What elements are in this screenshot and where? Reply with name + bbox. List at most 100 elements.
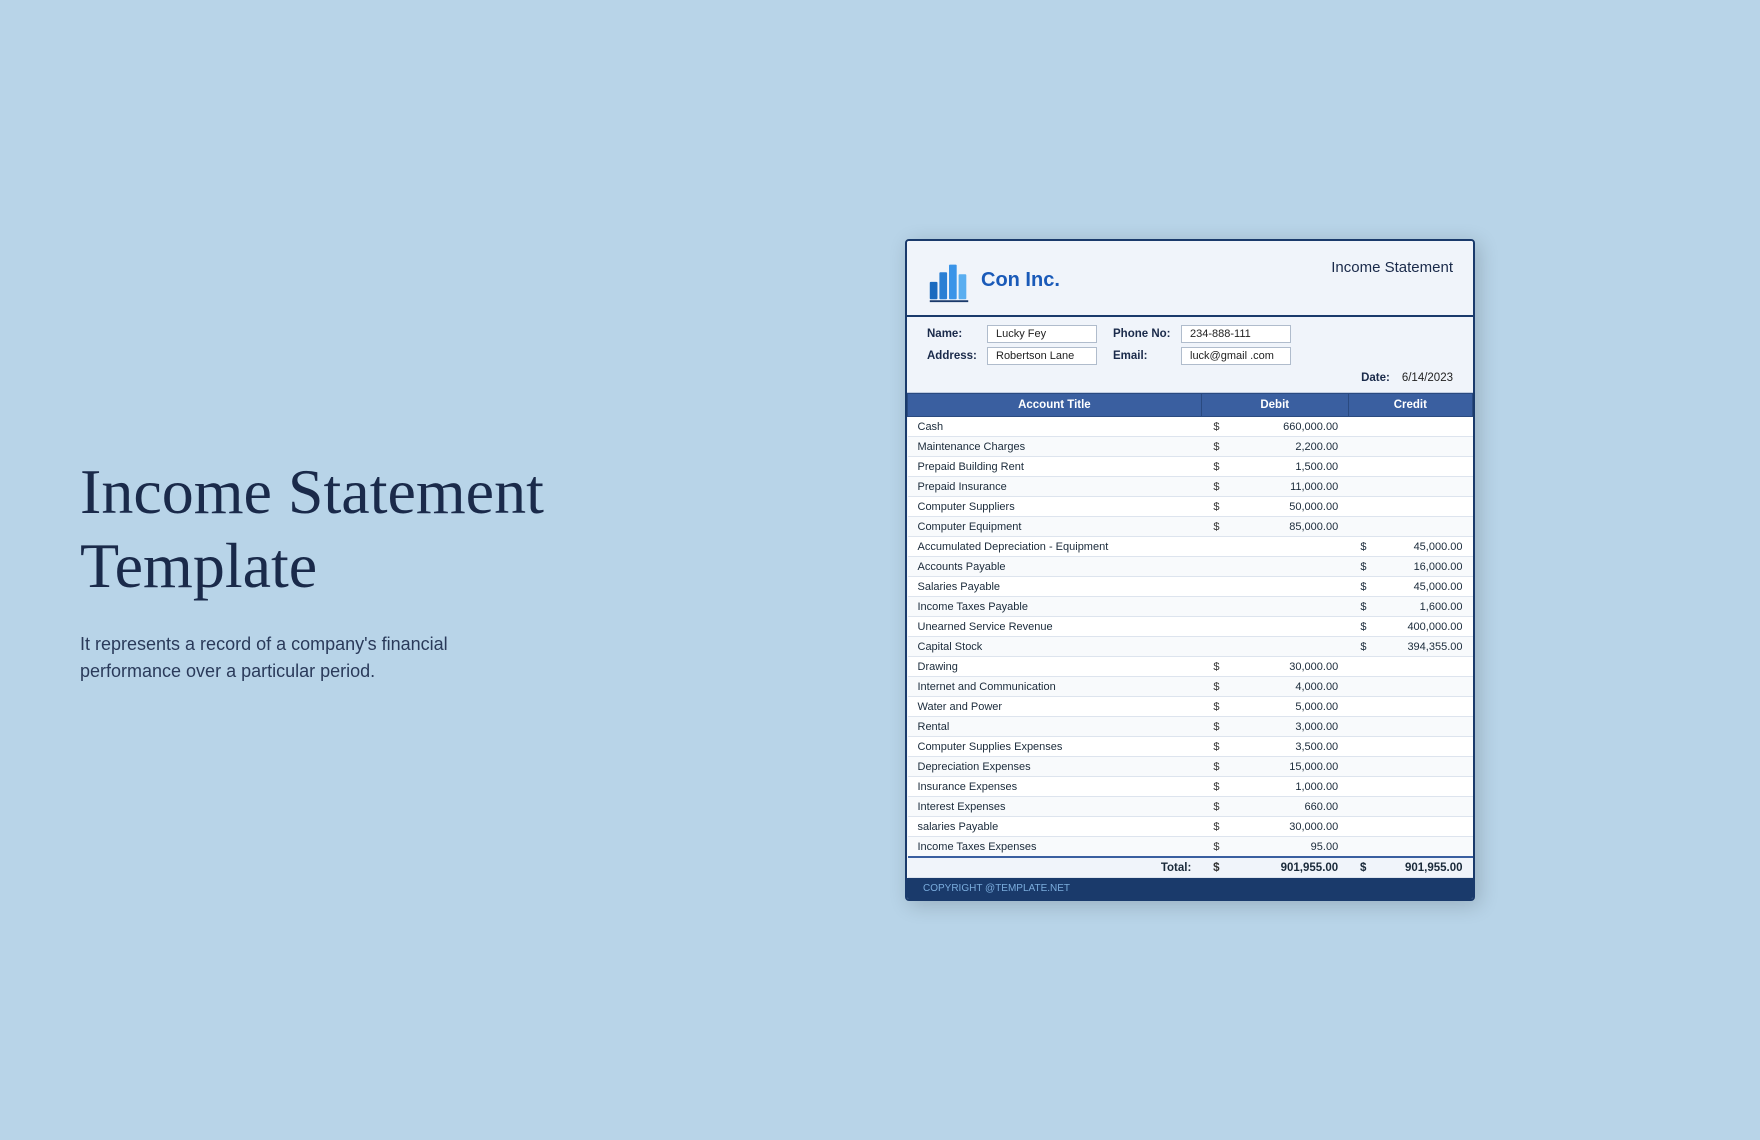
debit-cell: 1,000.00 [1230,777,1349,797]
info-section: Name: Lucky Fey Phone No: 234-888-111 Ad… [907,317,1473,393]
email-label: Email: [1113,350,1181,362]
debit-cell: 3,000.00 [1230,717,1349,737]
email-value: luck@gmail .com [1181,347,1291,365]
table-row: Income Taxes Payable $ 1,600.00 [908,597,1473,617]
debit-dollar-cell: $ [1201,837,1229,858]
debit-dollar-cell: $ [1201,657,1229,677]
table-row: Prepaid Building Rent $ 1,500.00 [908,457,1473,477]
footer-bar: COPYRIGHT @TEMPLATE.NET [907,878,1473,899]
table-row: Accounts Payable $ 16,000.00 [908,557,1473,577]
table-header-row: Account Title Debit Credit [908,394,1473,417]
table-row: Internet and Communication $ 4,000.00 [908,677,1473,697]
debit-dollar-cell: $ [1201,517,1229,537]
account-cell: salaries Payable [908,817,1202,837]
account-cell: Salaries Payable [908,577,1202,597]
debit-cell [1230,537,1349,557]
table-row: Insurance Expenses $ 1,000.00 [908,777,1473,797]
table-row: Computer Equipment $ 85,000.00 [908,517,1473,537]
debit-cell: 85,000.00 [1230,517,1349,537]
phone-value: 234-888-111 [1181,325,1291,343]
table-row: Rental $ 3,000.00 [908,717,1473,737]
credit-dollar-cell [1348,797,1376,817]
debit-cell: 30,000.00 [1230,657,1349,677]
debit-cell [1230,557,1349,577]
credit-dollar-cell [1348,657,1376,677]
address-row: Address: Robertson Lane Email: luck@gmai… [927,347,1453,365]
debit-cell: 4,000.00 [1230,677,1349,697]
name-value: Lucky Fey [987,325,1097,343]
debit-cell: 11,000.00 [1230,477,1349,497]
debit-dollar-cell [1201,557,1229,577]
account-cell: Computer Supplies Expenses [908,737,1202,757]
copyright-text: COPYRIGHT @TEMPLATE.NET [923,883,1070,894]
credit-dollar-cell: $ [1348,577,1376,597]
credit-cell: 45,000.00 [1376,537,1472,557]
table-row: Capital Stock $ 394,355.00 [908,637,1473,657]
total-label-cell: Total: [908,857,1202,878]
table-row: salaries Payable $ 30,000.00 [908,817,1473,837]
credit-dollar-cell [1348,777,1376,797]
debit-dollar-cell: $ [1201,757,1229,777]
credit-cell: 1,600.00 [1376,597,1472,617]
credit-cell: 400,000.00 [1376,617,1472,637]
debit-cell: 1,500.00 [1230,457,1349,477]
account-cell: Accumulated Depreciation - Equipment [908,537,1202,557]
debit-dollar-cell: $ [1201,437,1229,457]
credit-dollar-cell: $ [1348,617,1376,637]
credit-cell [1376,717,1472,737]
phone-label: Phone No: [1113,328,1181,340]
income-table: Account Title Debit Credit Cash $ 660,00… [907,393,1473,878]
table-row: Computer Supplies Expenses $ 3,500.00 [908,737,1473,757]
credit-cell [1376,697,1472,717]
table-row: Computer Suppliers $ 50,000.00 [908,497,1473,517]
credit-cell: 45,000.00 [1376,577,1472,597]
account-cell: Depreciation Expenses [908,757,1202,777]
debit-dollar-cell: $ [1201,797,1229,817]
credit-cell [1376,437,1472,457]
credit-dollar-cell [1348,717,1376,737]
credit-dollar-cell [1348,437,1376,457]
page-title: Income Statement Template [80,455,560,602]
page-description: It represents a record of a company's fi… [80,631,540,685]
account-cell: Cash [908,417,1202,437]
account-cell: Prepaid Building Rent [908,457,1202,477]
table-row: Salaries Payable $ 45,000.00 [908,577,1473,597]
debit-dollar-cell: $ [1201,777,1229,797]
total-debit: 901,955.00 [1230,857,1349,878]
total-credit: 901,955.00 [1376,857,1472,878]
credit-cell [1376,797,1472,817]
debit-cell: 50,000.00 [1230,497,1349,517]
debit-cell: 660,000.00 [1230,417,1349,437]
credit-cell [1376,477,1472,497]
credit-dollar-cell: $ [1348,557,1376,577]
debit-cell: 30,000.00 [1230,817,1349,837]
logo-area: Con Inc. [927,255,1060,305]
credit-cell [1376,417,1472,437]
debit-dollar-cell: $ [1201,817,1229,837]
total-row: Total: $ 901,955.00 $ 901,955.00 [908,857,1473,878]
debit-cell [1230,577,1349,597]
debit-cell [1230,597,1349,617]
debit-cell: 95.00 [1230,837,1349,858]
credit-dollar-cell [1348,757,1376,777]
table-row: Drawing $ 30,000.00 [908,657,1473,677]
document-title: Income Statement [1331,255,1453,276]
name-label: Name: [927,328,987,340]
total-debit-dollar: $ [1201,857,1229,878]
date-row: Date: 6/14/2023 [927,369,1453,386]
credit-dollar-cell [1348,517,1376,537]
account-cell: Computer Equipment [908,517,1202,537]
credit-cell: 16,000.00 [1376,557,1472,577]
right-panel: Con Inc. Income Statement Name: Lucky Fe… [620,219,1760,921]
account-cell: Computer Suppliers [908,497,1202,517]
date-value: 6/14/2023 [1402,372,1453,384]
account-cell: Drawing [908,657,1202,677]
credit-cell [1376,837,1472,858]
account-cell: Unearned Service Revenue [908,617,1202,637]
credit-dollar-cell: $ [1348,597,1376,617]
credit-dollar-cell [1348,697,1376,717]
date-label: Date: [1361,372,1390,384]
table-row: Accumulated Depreciation - Equipment $ 4… [908,537,1473,557]
debit-dollar-cell [1201,577,1229,597]
account-cell: Insurance Expenses [908,777,1202,797]
